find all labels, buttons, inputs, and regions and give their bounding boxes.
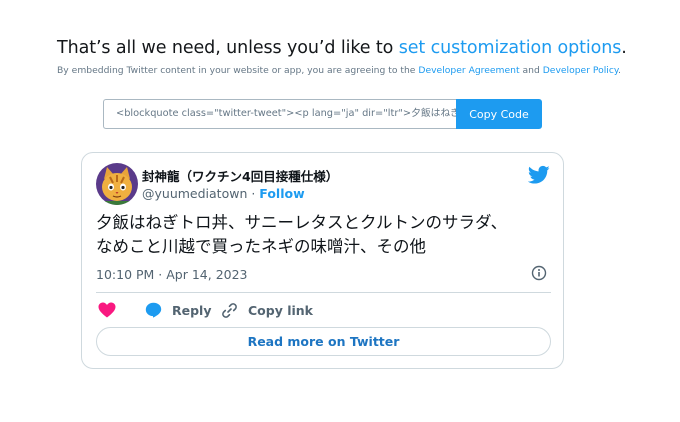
agreement-period: . (618, 65, 621, 76)
tweet-text-line-2: なめこと川越で買ったネギの味噌汁、その他 (96, 237, 426, 256)
agreement-and: and (519, 65, 543, 76)
headline-text: That’s all we need, unless you’d like to (57, 38, 399, 58)
read-more-button[interactable]: Read more on Twitter (96, 327, 551, 356)
cat-avatar[interactable] (96, 163, 138, 205)
embed-code-field[interactable]: <blockquote class="twitter-tweet"><p lan… (103, 99, 456, 129)
like-button[interactable] (98, 302, 116, 318)
reply-label: Reply (172, 302, 212, 318)
tweet-text-line-1: 夕飯はねぎトロ丼、サニーレタスとクルトンのサラダ、 (96, 213, 508, 232)
user-handle[interactable]: @yuumediatown (142, 186, 247, 201)
reply-button[interactable]: Reply (145, 302, 211, 318)
handle-row: @yuumediatown · Follow (142, 186, 305, 201)
heart-icon (98, 302, 116, 318)
info-icon[interactable] (531, 265, 547, 281)
link-icon (222, 303, 237, 318)
reply-icon (145, 302, 162, 318)
display-name[interactable]: 封神龍（ワクチン4回目接種仕様） (142, 166, 338, 185)
copy-link-label: Copy link (248, 303, 313, 318)
twitter-bird-icon[interactable] (528, 165, 550, 185)
headline: That’s all we need, unless you’d like to… (57, 38, 627, 58)
tweet-card: 封神龍（ワクチン4回目接種仕様） @yuumediatown · Follow … (81, 152, 564, 369)
customization-options-link[interactable]: set customization options (399, 38, 622, 58)
developer-agreement-link[interactable]: Developer Agreement (418, 65, 519, 76)
divider (96, 292, 551, 293)
agreement-text: By embedding Twitter content in your web… (57, 65, 419, 76)
follow-link[interactable]: Follow (259, 186, 304, 201)
tweet-timestamp[interactable]: 10:10 PM · Apr 14, 2023 (96, 267, 248, 282)
handle-separator: · (247, 186, 260, 201)
tweet-actions: Reply Copy link (96, 302, 551, 320)
tweet-text: 夕飯はねぎトロ丼、サニーレタスとクルトンのサラダ、 なめこと川越で買ったネギの味… (96, 211, 551, 259)
copy-code-button[interactable]: Copy Code (456, 99, 542, 129)
developer-policy-link[interactable]: Developer Policy (543, 65, 618, 76)
headline-period: . (621, 38, 627, 58)
agreement-notice: By embedding Twitter content in your web… (57, 65, 621, 76)
copy-link-button[interactable]: Copy link (221, 302, 313, 319)
